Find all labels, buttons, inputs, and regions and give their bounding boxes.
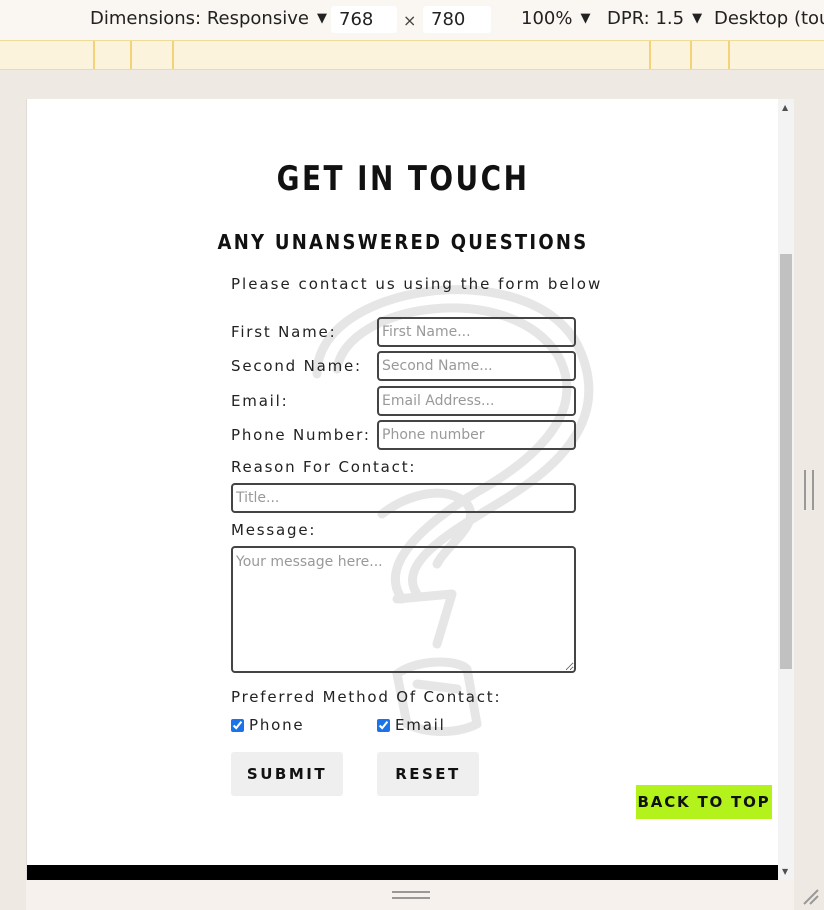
zoom-dropdown[interactable]: 100% ▼ [521,8,590,29]
reason-field[interactable] [231,483,576,513]
chevron-down-icon: ▼ [316,11,327,26]
contact-page: GET IN TOUCH ANY UNANSWERED QUESTIONS Pl… [27,99,779,880]
preferred-contact-label: Preferred Method Of Contact: [231,688,502,706]
phone-checkbox[interactable] [231,718,244,732]
ruler-segment[interactable] [728,41,730,69]
back-to-top-button[interactable]: BACK TO TOP [636,785,772,819]
phone-field[interactable] [377,420,576,450]
device-mode-label: Desktop (touc [714,8,824,29]
first-name-label: First Name: [231,323,337,341]
ruler-segment[interactable] [172,41,174,69]
dpr-dropdown[interactable]: DPR: 1.5 ▼ [607,8,702,29]
dpr-label: DPR: 1.5 [607,8,685,29]
phone-label: Phone Number: [231,426,371,444]
resize-grip-icon [392,891,430,899]
resize-handle-right[interactable] [804,470,814,510]
times-icon: × [403,11,417,30]
device-mode-dropdown[interactable]: Desktop (touc [714,8,824,29]
device-viewport: GET IN TOUCH ANY UNANSWERED QUESTIONS Pl… [26,99,794,880]
devtools-toolbar: Dimensions: Responsive ▼ 768 × 780 100% … [0,0,824,40]
footer [27,865,779,880]
width-input[interactable]: 768 [331,6,397,33]
reset-button[interactable]: RESET [377,752,479,796]
height-input[interactable]: 780 [423,6,491,33]
scroll-up-icon[interactable]: ▲ [782,103,788,112]
chevron-down-icon: ▼ [580,11,591,26]
scrollbar-thumb[interactable] [780,254,792,669]
scroll-down-icon[interactable]: ▼ [782,867,788,876]
zoom-label: 100% [521,8,573,29]
ruler-segment[interactable] [130,41,132,69]
email-option-label: Email [395,716,446,734]
resize-handle-bottom[interactable] [26,880,794,910]
intro-text: Please contact us using the form below [231,275,603,293]
reason-label: Reason For Contact: [231,458,417,476]
email-label: Email: [231,392,289,410]
email-checkbox[interactable] [377,718,390,732]
message-field[interactable] [231,546,576,673]
dimensions-dropdown[interactable]: Dimensions: Responsive ▼ [90,8,327,29]
ruler-segment[interactable] [93,41,95,69]
phone-option[interactable]: Phone [231,716,304,734]
chevron-down-icon: ▼ [692,11,703,26]
email-option[interactable]: Email [377,716,446,734]
phone-option-label: Phone [249,716,305,734]
message-label: Message: [231,521,317,539]
resize-corner-icon[interactable] [800,886,820,906]
submit-button[interactable]: SUBMIT [231,752,343,796]
page-title: GET IN TOUCH [276,159,530,199]
ruler-segment[interactable] [649,41,651,69]
media-query-ruler[interactable] [0,40,824,70]
first-name-field[interactable] [377,317,576,347]
dimensions-label: Dimensions: Responsive [90,8,309,29]
scrollbar[interactable]: ▲ ▼ [778,99,794,880]
page-subtitle: ANY UNANSWERED QUESTIONS [217,230,589,254]
ruler-segment[interactable] [690,41,692,69]
email-field[interactable] [377,386,576,416]
second-name-label: Second Name: [231,357,362,375]
second-name-field[interactable] [377,351,576,381]
